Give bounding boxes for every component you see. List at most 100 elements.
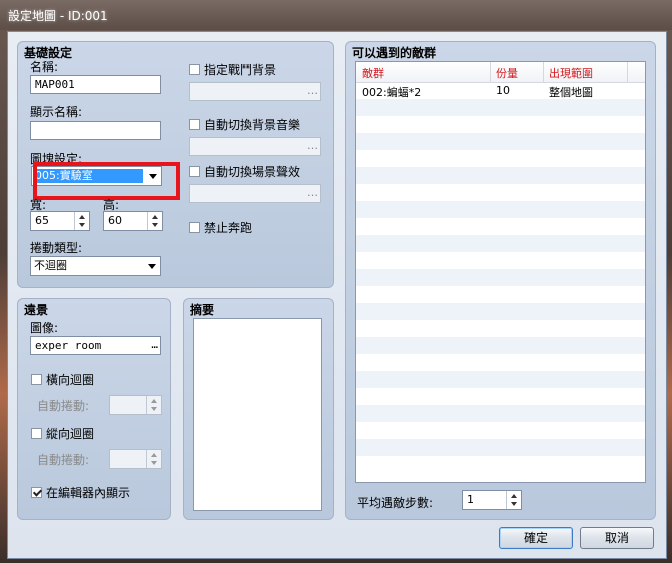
auto-scroll-v-stepper [109, 449, 162, 469]
table-row[interactable] [356, 150, 645, 167]
scroll-type-select[interactable]: 不迴圈 [30, 256, 161, 276]
disable-dash-label: 禁止奔跑 [204, 221, 253, 235]
battleback-field: … [189, 82, 321, 101]
table-row[interactable] [356, 337, 645, 354]
spin-down-icon [511, 502, 517, 506]
table-row[interactable] [356, 405, 645, 422]
note-group: 摘要 [183, 298, 334, 520]
dialog-body: 基礎設定 名稱: MAP001 顯示名稱: 圖塊設定: 005:實驗室 寬: 6… [7, 31, 667, 559]
name-input[interactable]: MAP001 [30, 75, 161, 94]
table-row[interactable] [356, 116, 645, 133]
width-spin-buttons[interactable] [74, 212, 89, 230]
note-title: 摘要 [190, 303, 215, 317]
column-range[interactable]: 出現範圍 [549, 65, 593, 81]
table-row[interactable] [356, 167, 645, 184]
map-properties-window: 設定地圖 - ID:001 基礎設定 名稱: MAP001 顯示名稱: 圖塊設定… [0, 0, 672, 563]
table-row[interactable] [356, 252, 645, 269]
bgm-field: … [189, 137, 321, 156]
table-row[interactable]: 002:蝙蝠*2 10 整個地圖 [356, 82, 645, 99]
scroll-type-value: 不迴圈 [34, 259, 67, 272]
column-weight[interactable]: 份量 [496, 65, 518, 81]
battleback-checkbox[interactable] [189, 64, 200, 75]
spin-down-icon [79, 223, 85, 227]
spin-down-icon [151, 407, 157, 411]
height-spin-buttons[interactable] [147, 212, 162, 230]
loop-vertical-checkbox[interactable] [31, 428, 42, 439]
steps-spin-buttons[interactable] [506, 491, 521, 509]
show-in-editor-checkbox[interactable] [31, 487, 42, 498]
table-row[interactable] [356, 184, 645, 201]
autoplay-bgs-label: 自動切換場景聲效 [204, 165, 301, 179]
table-row[interactable] [356, 456, 645, 473]
encounters-list[interactable]: 敵群 份量 出現範圍 002:蝙蝠*2 10 整個地圖 [355, 61, 646, 483]
title-bar[interactable]: 設定地圖 - ID:001 [0, 0, 672, 30]
autoplay-bgs-checkbox[interactable] [189, 166, 200, 177]
parallax-title: 遠景 [24, 303, 49, 317]
table-row[interactable] [356, 99, 645, 116]
spin-down-icon [151, 461, 157, 465]
column-divider [627, 62, 628, 82]
display-name-label: 顯示名稱: [30, 105, 83, 119]
range-cell: 整個地圖 [549, 86, 593, 99]
column-troop[interactable]: 敵群 [362, 65, 384, 81]
table-row[interactable] [356, 201, 645, 218]
auto-scroll-h-stepper [109, 395, 162, 415]
table-row[interactable] [356, 235, 645, 252]
auto-scroll-v-label: 自動捲動: [37, 453, 90, 467]
display-name-input[interactable] [30, 121, 161, 140]
parallax-image-value: exper room [35, 339, 102, 352]
highlight-box [33, 162, 180, 200]
table-row[interactable] [356, 354, 645, 371]
table-row[interactable] [356, 133, 645, 150]
bgs-field: … [189, 184, 321, 203]
encounters-group: 可以遇到的敵群 敵群 份量 出現範圍 002:蝙蝠*2 10 整個地圖 平均遇敵… [345, 41, 656, 520]
table-row[interactable] [356, 269, 645, 286]
list-header: 敵群 份量 出現範圍 [356, 62, 645, 83]
spin-up-icon [511, 494, 517, 498]
troop-cell: 002:蝙蝠*2 [362, 86, 422, 99]
disable-dash-checkbox[interactable] [189, 222, 200, 233]
browse-ellipsis-icon: … [307, 139, 318, 152]
steps-value: 1 [467, 493, 474, 506]
table-row[interactable] [356, 439, 645, 456]
height-stepper[interactable]: 60 [103, 211, 163, 231]
chevron-down-icon [148, 264, 156, 269]
basic-settings-group: 基礎設定 名稱: MAP001 顯示名稱: 圖塊設定: 005:實驗室 寬: 6… [17, 41, 334, 288]
list-rows: 002:蝙蝠*2 10 整個地圖 [356, 82, 645, 473]
encounters-title: 可以遇到的敵群 [352, 46, 437, 60]
table-row[interactable] [356, 371, 645, 388]
table-row[interactable] [356, 388, 645, 405]
scroll-type-label: 捲動類型: [30, 241, 83, 255]
window-title: 設定地圖 - ID:001 [8, 9, 108, 23]
spin-down-icon [152, 223, 158, 227]
spin-up-icon [151, 453, 157, 457]
loop-horizontal-checkbox[interactable] [31, 374, 42, 385]
height-value: 60 [108, 214, 122, 227]
autoplay-bgm-checkbox[interactable] [189, 119, 200, 130]
table-row[interactable] [356, 286, 645, 303]
name-label: 名稱: [30, 60, 59, 74]
column-divider [490, 62, 491, 82]
parallax-image-label: 圖像: [30, 321, 59, 335]
spin-buttons [146, 396, 161, 414]
table-row[interactable] [356, 320, 645, 337]
browse-ellipsis-icon[interactable]: … [151, 337, 158, 352]
spin-buttons [146, 450, 161, 468]
autoplay-bgm-label: 自動切換背景音樂 [204, 118, 301, 132]
cancel-button[interactable]: 取消 [580, 527, 654, 549]
auto-scroll-h-label: 自動捲動: [37, 399, 90, 413]
battleback-label: 指定戰鬥背景 [204, 63, 277, 77]
loop-horizontal-label: 橫向迴圈 [46, 373, 95, 387]
loop-vertical-label: 縱向迴圈 [46, 427, 95, 441]
parallax-image-field[interactable]: exper room … [30, 336, 161, 355]
steps-stepper[interactable]: 1 [462, 490, 522, 510]
parallax-group: 遠景 圖像: exper room … 橫向迴圈 自動捲動: 縱向迴圈 自動捲動… [17, 298, 171, 520]
table-row[interactable] [356, 422, 645, 439]
note-textarea[interactable] [193, 318, 322, 511]
table-row[interactable] [356, 303, 645, 320]
spin-up-icon [79, 215, 85, 219]
table-row[interactable] [356, 218, 645, 235]
width-stepper[interactable]: 65 [30, 211, 90, 231]
show-in-editor-label: 在編輯器內顯示 [46, 486, 131, 500]
ok-button[interactable]: 確定 [499, 527, 573, 549]
